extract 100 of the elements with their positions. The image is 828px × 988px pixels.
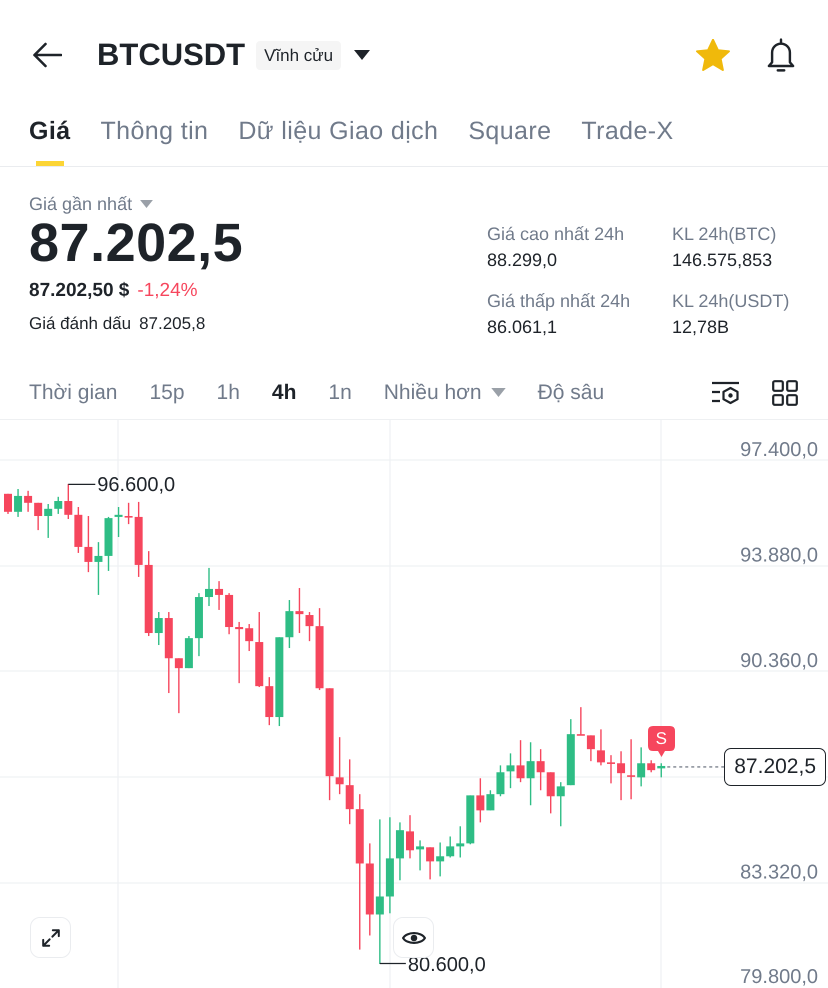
candlestick	[426, 847, 434, 880]
candlestick	[14, 489, 22, 517]
candlestick	[596, 729, 605, 766]
candlestick	[34, 502, 42, 530]
stat-label: KL 24h(BTC)	[672, 223, 776, 245]
candlestick	[285, 600, 294, 648]
candlestick	[456, 826, 464, 858]
interval-option[interactable]: Độ sâu	[538, 380, 604, 406]
leader-line	[380, 962, 406, 964]
interval-option[interactable]: 1n	[328, 380, 352, 406]
stat-label: KL 24h(USDT)	[672, 290, 790, 312]
candlestick	[637, 747, 646, 786]
stat-label: Giá thấp nhất 24h	[487, 290, 630, 312]
eye-icon	[402, 930, 426, 946]
price-axis-label: 93.880,0	[740, 544, 818, 567]
price-axis-label: 97.400,0	[740, 438, 818, 461]
stat-value: 12,78B	[672, 316, 730, 338]
candlestick	[486, 790, 494, 810]
interval-dropdown[interactable]: Nhiều hơn	[384, 380, 506, 406]
price-type-dropdown[interactable]: Giá gần nhất	[29, 193, 154, 215]
visibility-button[interactable]	[393, 917, 434, 958]
candlestick	[154, 612, 163, 646]
trade-marker: S	[648, 726, 675, 758]
low-price-label: 80.600,0	[408, 954, 486, 976]
symbol-title: BTCUSDT	[97, 37, 246, 73]
candlestick	[617, 751, 626, 800]
candlestick	[496, 765, 504, 796]
grid-icon	[772, 380, 798, 406]
price-change: -1,24%	[137, 280, 198, 302]
price-line	[667, 766, 727, 768]
interval-option[interactable]: 15p	[149, 380, 185, 406]
stat-value: 86.061,1	[487, 316, 558, 338]
candlestick	[406, 815, 414, 858]
bell-icon	[765, 38, 797, 72]
symbol-dropdown-button[interactable]	[354, 50, 370, 60]
candlestick	[536, 749, 545, 790]
candlestick	[627, 739, 636, 800]
candlestick	[265, 677, 274, 726]
candlestick	[576, 707, 585, 736]
candlestick	[54, 496, 62, 514]
candlestick	[306, 612, 314, 642]
interval-option[interactable]: 4h	[272, 380, 296, 406]
tab[interactable]: Giá	[29, 110, 70, 166]
candlestick	[225, 593, 234, 634]
candlestick	[476, 778, 484, 822]
candlestick	[194, 593, 203, 656]
caret-icon	[490, 388, 506, 397]
candlestick	[566, 719, 575, 786]
candlestick	[84, 516, 92, 572]
mark-price: 87.205,8	[139, 313, 206, 335]
candlestick	[74, 507, 82, 553]
fullscreen-button[interactable]	[30, 917, 71, 958]
candlestick	[295, 588, 304, 634]
interval-option[interactable]: Thời gian	[29, 380, 118, 406]
candlestick	[235, 622, 244, 684]
candlestick	[4, 494, 12, 514]
candlestick	[44, 504, 52, 538]
price-axis-label: 83.320,0	[740, 861, 818, 884]
high-price-label: 96.600,0	[97, 474, 176, 496]
contract-badge: Vĩnh cửu	[256, 40, 342, 70]
candlestick	[466, 795, 474, 844]
caret-icon	[140, 200, 154, 208]
candlestick	[436, 842, 444, 876]
price-axis-label: 90.360,0	[740, 650, 818, 672]
candlestick	[64, 484, 72, 520]
candlestick	[516, 740, 525, 782]
candlestick	[396, 822, 404, 880]
candlestick	[506, 753, 514, 788]
candlestick	[346, 759, 354, 824]
back-arrow-icon	[32, 42, 62, 68]
candlestick	[416, 840, 424, 870]
layout-button[interactable]	[772, 380, 798, 406]
price-axis-label: 79.800,0	[740, 966, 818, 988]
notification-button[interactable]	[765, 38, 797, 72]
usd-value: 87.202,50 $	[29, 280, 130, 302]
expand-icon	[40, 926, 62, 948]
lines-hexagon-icon	[711, 380, 740, 404]
candlestick	[526, 742, 535, 806]
candlestick	[124, 502, 133, 524]
candlestick	[245, 624, 254, 652]
tab[interactable]: Thông tin	[100, 110, 208, 166]
candlestick	[174, 658, 183, 714]
tab[interactable]: Trade-X	[581, 110, 674, 166]
candlestick	[215, 581, 224, 610]
candlestick	[114, 507, 123, 538]
stat-value: 146.575,853	[672, 249, 772, 271]
candlestick	[24, 490, 32, 512]
last-price: 87.202,5	[29, 215, 244, 271]
stat-label: Giá cao nhất 24h	[487, 223, 624, 245]
tab[interactable]: Square	[468, 110, 552, 166]
candlestick	[647, 760, 656, 772]
candlestick	[446, 836, 454, 858]
candlestick	[94, 542, 102, 595]
candlestick	[556, 782, 565, 826]
candlestick	[205, 568, 213, 606]
tab[interactable]: Dữ liệu Giao dịch	[238, 110, 438, 166]
back-button[interactable]	[32, 42, 62, 68]
indicator-settings-button[interactable]	[711, 380, 740, 406]
candlestick	[336, 737, 344, 794]
interval-option[interactable]: 1h	[216, 380, 240, 406]
